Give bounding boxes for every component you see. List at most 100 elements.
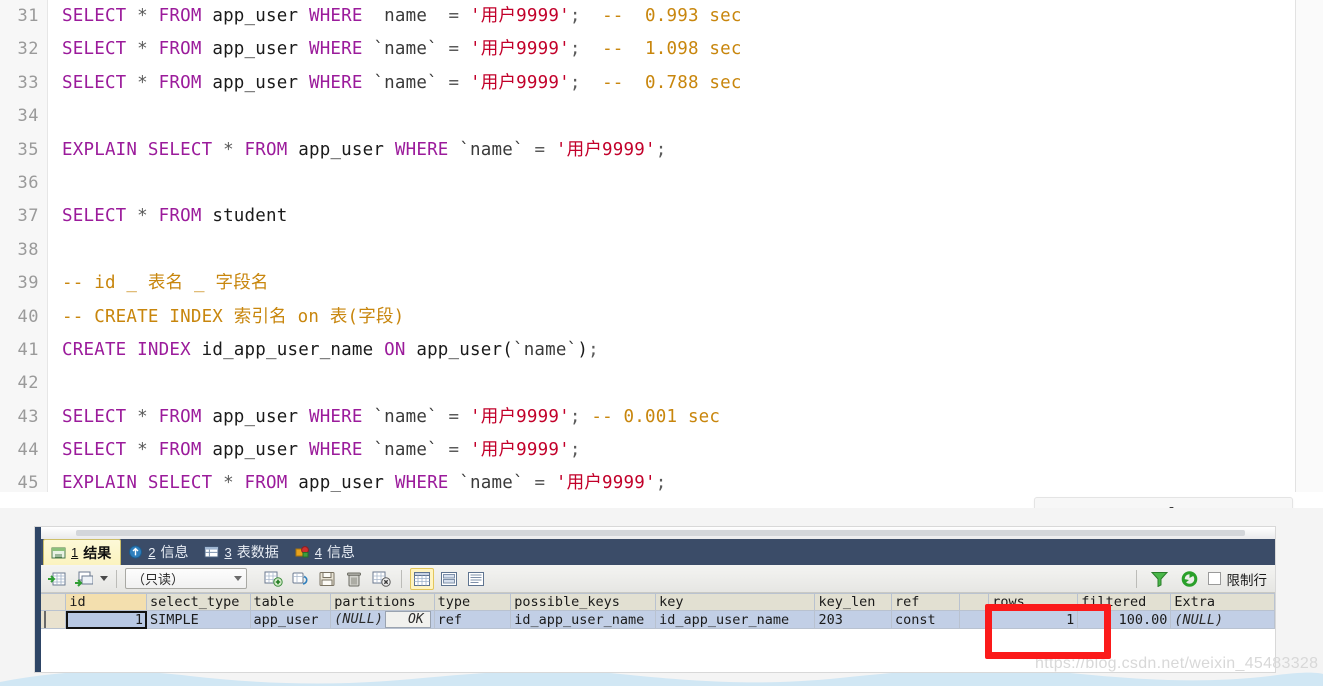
cell-partitions[interactable]: (NULL) OK <box>330 610 435 629</box>
token-op: ; <box>569 6 603 26</box>
sql-editor[interactable]: 31 SELECT * FROM app_user WHERE name = '用… <box>0 0 1296 492</box>
cell-spacer[interactable] <box>959 610 990 629</box>
cell-filtered[interactable]: 100.00 <box>1077 610 1172 629</box>
col-header-possible_keys[interactable]: possible_keys <box>510 593 657 611</box>
row-select-cell[interactable] <box>41 610 67 629</box>
token-str: '用户9999' <box>555 473 656 492</box>
col-header-rows[interactable]: rows <box>988 593 1079 611</box>
result-tab-number: 2 <box>148 544 156 560</box>
col-header-key[interactable]: key <box>655 593 816 611</box>
result-tab-number: 4 <box>314 544 322 560</box>
result-window-titlebar <box>41 527 1275 539</box>
col-header-spacer[interactable] <box>959 593 990 611</box>
result-tab-4[interactable]: 4 信息 <box>288 539 364 565</box>
import-grid-button[interactable] <box>45 568 69 590</box>
refresh-icon[interactable] <box>1178 568 1202 590</box>
cell-key_len[interactable]: 203 <box>814 610 893 629</box>
cell-extra[interactable]: (NULL) <box>1170 610 1275 629</box>
code-line[interactable]: 33 SELECT * FROM app_user WHERE `name` = … <box>0 66 1295 101</box>
delete-record-button[interactable] <box>342 568 366 590</box>
code-line[interactable]: 44 SELECT * FROM app_user WHERE `name` = … <box>0 434 1295 468</box>
view-form-button[interactable] <box>437 568 461 590</box>
col-header-id[interactable]: id <box>65 593 148 611</box>
cell-table[interactable]: app_user <box>250 610 332 629</box>
filter-funnel-icon[interactable] <box>1148 568 1172 590</box>
col-header-extra[interactable]: Extra <box>1170 593 1275 611</box>
info-color-icon <box>295 545 310 559</box>
code-line[interactable]: 36 <box>0 166 1295 201</box>
code-line[interactable]: 45 EXPLAIN SELECT * FROM app_user WHERE `… <box>0 467 1295 492</box>
col-header-select_type[interactable]: select_type <box>146 593 251 611</box>
cancel-record-button[interactable] <box>369 568 393 590</box>
code-line[interactable]: 39 -- id _ 表名 _ 字段名 <box>0 267 1295 301</box>
col-header-partitions[interactable]: partitions <box>330 593 435 611</box>
editor-right-gutter <box>1296 0 1323 492</box>
toolbar-separator <box>401 569 402 588</box>
token-kw: ON <box>384 339 406 360</box>
result-tab-strip[interactable]: 1 结果 2 信息 3 表数据 4 信息 <box>41 539 1275 565</box>
token-op: ; <box>655 473 667 492</box>
col-header-filtered[interactable]: filtered <box>1077 593 1172 611</box>
token-str: '用户9999' <box>470 440 570 461</box>
token-op: = <box>448 406 471 427</box>
cell-type[interactable]: ref <box>434 610 512 629</box>
row-checkbox[interactable] <box>44 610 46 628</box>
line-number: 42 <box>0 367 48 401</box>
cell-id[interactable]: 1 <box>65 610 148 629</box>
code-line[interactable]: 43 SELECT * FROM app_user WHERE `name` = … <box>0 400 1295 435</box>
result-grid-icon <box>51 546 66 560</box>
token-ident: app_user <box>287 473 395 492</box>
grid-toolbar[interactable]: （只读） 限制行 <box>41 565 1275 593</box>
code-line[interactable]: 32 SELECT * FROM app_user WHERE `name` = … <box>0 33 1295 67</box>
token-op: * <box>126 39 159 60</box>
view-text-button[interactable] <box>464 568 488 590</box>
code-line[interactable]: 34 <box>0 100 1295 134</box>
token-str: '用户9999' <box>470 39 570 60</box>
token-ident: app_user <box>201 72 309 93</box>
token-str: '用户9999' <box>470 6 570 26</box>
token-op: * <box>126 440 159 461</box>
select-all-header[interactable] <box>41 593 67 611</box>
code-line[interactable]: 40 -- CREATE INDEX 索引名 on 表(字段) <box>0 300 1295 334</box>
token-kw: SELECT <box>62 39 127 60</box>
token-bq: `name` <box>362 406 449 427</box>
result-tab-2[interactable]: 2 信息 <box>121 539 197 565</box>
cell-rows[interactable]: 1 <box>988 610 1079 629</box>
view-grid-button[interactable] <box>410 567 434 590</box>
code-line[interactable]: 37 SELECT * FROM student <box>0 200 1295 234</box>
col-header-type[interactable]: type <box>434 593 512 611</box>
result-tab-3[interactable]: 3 表数据 <box>197 539 287 565</box>
col-header-ref[interactable]: ref <box>891 593 961 611</box>
code-text: SELECT * FROM app_user WHERE `name` = '用… <box>48 33 1295 66</box>
col-header-table[interactable]: table <box>250 593 332 611</box>
token-op <box>137 473 148 492</box>
cell-select_type[interactable]: SIMPLE <box>146 610 251 629</box>
code-line[interactable]: 42 <box>0 367 1295 401</box>
token-str: '用户9999' <box>470 72 570 93</box>
duplicate-record-button[interactable] <box>288 568 312 590</box>
token-kw: SELECT <box>62 406 127 427</box>
token-kw: SELECT <box>147 139 213 160</box>
grid-mode-select[interactable]: （只读） <box>125 568 247 589</box>
token-op: ; <box>569 72 603 93</box>
code-line[interactable]: 41 CREATE INDEX id_app_user_name ON app_u… <box>0 333 1295 368</box>
explain-result-grid[interactable]: id select_type table partitions type pos… <box>41 593 1275 629</box>
code-line[interactable]: 31 SELECT * FROM app_user WHERE name = '用… <box>0 0 1295 34</box>
token-cmt: -- 0.788 sec <box>602 72 742 93</box>
add-record-button[interactable] <box>261 568 285 590</box>
export-grid-button[interactable] <box>72 568 96 590</box>
cell-key[interactable]: id_app_user_name <box>655 610 816 629</box>
col-header-key_len[interactable]: key_len <box>814 593 893 611</box>
code-line[interactable]: 35 EXPLAIN SELECT * FROM app_user WHERE `… <box>0 133 1295 167</box>
limit-rows-checkbox[interactable] <box>1207 572 1221 585</box>
result-tab-1[interactable]: 1 结果 <box>43 539 122 565</box>
save-record-button[interactable] <box>315 568 339 590</box>
chevron-down-icon[interactable] <box>100 576 108 581</box>
info-blue-icon <box>128 545 143 559</box>
cell-possible_keys[interactable]: id_app_user_name <box>510 610 657 629</box>
token-kw: WHERE <box>394 139 449 160</box>
table-row[interactable]: 1 SIMPLE app_user (NULL) OK ref id_app_u… <box>41 610 1275 629</box>
result-window: 1 结果 2 信息 3 表数据 4 信息 （只读） 限制行 id select_… <box>35 527 1275 672</box>
code-line[interactable]: 38 <box>0 233 1295 268</box>
cell-ref[interactable]: const <box>891 610 961 629</box>
